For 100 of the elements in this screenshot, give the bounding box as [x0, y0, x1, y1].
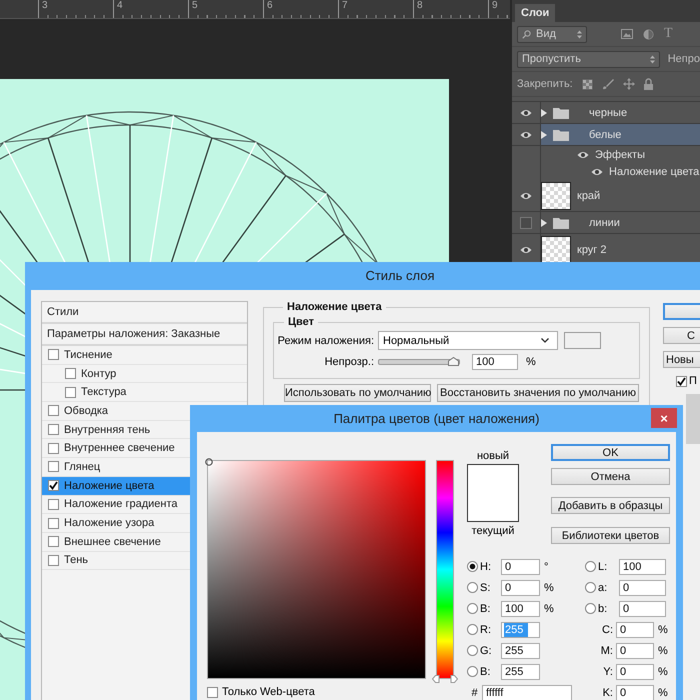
radio-button[interactable]: [585, 561, 596, 572]
color-field[interactable]: [207, 460, 426, 679]
layer-row[interactable]: белые: [512, 124, 700, 146]
dialog-button[interactable]: Добавить в образцы: [551, 497, 670, 514]
lock-icon[interactable]: [644, 78, 653, 90]
dialog-title: Стиль слоя: [364, 267, 436, 285]
value-input[interactable]: 0: [619, 600, 666, 616]
layer-name: Эффекты: [595, 148, 646, 160]
radio-button[interactable]: [467, 645, 478, 656]
brush-icon[interactable]: [602, 78, 614, 90]
color-preview: [467, 464, 519, 522]
dialog-title: Палитра цветов (цвет наложения): [334, 411, 540, 426]
panel-tab[interactable]: Слои: [515, 4, 556, 22]
radio-button[interactable]: [585, 603, 596, 614]
dialog-button[interactable]: Отмена: [551, 468, 670, 485]
styles-header[interactable]: Стили: [42, 302, 247, 324]
field-label: b:: [597, 602, 608, 614]
value-input[interactable]: 255: [501, 664, 540, 680]
checkbox[interactable]: [676, 376, 687, 386]
dialog-button[interactable]: Новы: [663, 351, 700, 368]
value-input[interactable]: 0: [616, 684, 654, 700]
checkbox[interactable]: [48, 424, 59, 436]
unit-label: %: [658, 644, 668, 656]
group-title: Цвет: [287, 316, 316, 328]
radio-button[interactable]: [467, 666, 478, 677]
opacity-input[interactable]: 100: [472, 354, 518, 370]
chevron-down-icon: [541, 338, 549, 343]
value-input[interactable]: 0: [619, 580, 666, 596]
checkbox[interactable]: [207, 686, 218, 698]
expand-triangle-icon[interactable]: [541, 218, 547, 226]
percent-unit: %: [526, 356, 536, 368]
style-item[interactable]: Тиснение: [42, 346, 247, 365]
checkbox[interactable]: [48, 498, 59, 510]
value-input[interactable]: 0: [616, 642, 654, 658]
expand-triangle-icon[interactable]: [541, 108, 547, 116]
visibility-box[interactable]: [520, 216, 532, 228]
style-label: Наложение узора: [64, 517, 154, 530]
value-input[interactable]: 0: [501, 558, 540, 574]
style-item[interactable]: Контур: [42, 364, 247, 384]
layer-thumbnail: [541, 182, 571, 210]
value-input[interactable]: 100: [501, 600, 540, 616]
style-label: Текстура: [81, 386, 126, 398]
dialog-button[interactable]: Использовать по умолчанию: [284, 384, 431, 402]
blend-mode-select[interactable]: Нормальный: [378, 331, 558, 350]
radio-button[interactable]: [467, 561, 478, 572]
unit-label: %: [658, 686, 668, 698]
unit-label: °: [544, 560, 548, 572]
dialog-button[interactable]: OK: [551, 444, 670, 461]
checkbox[interactable]: [48, 518, 59, 529]
slider-arrows-icon[interactable]: [432, 675, 458, 683]
hex-input[interactable]: ffffff: [482, 684, 572, 700]
move-icon[interactable]: [622, 78, 635, 90]
checkbox[interactable]: [48, 461, 59, 472]
dialog-button[interactable]: Библиотеки цветов: [551, 527, 670, 544]
value-input[interactable]: 255: [501, 642, 540, 658]
checkbox-label: П: [689, 375, 697, 387]
filter-dropdown[interactable]: Вид: [517, 26, 587, 42]
layer-row[interactable]: линии: [512, 212, 700, 234]
radio-button[interactable]: [467, 603, 478, 614]
circle-icon: [643, 28, 654, 40]
style-item[interactable]: Текстура: [42, 383, 247, 402]
radio-button[interactable]: [585, 582, 596, 593]
checkbox[interactable]: [65, 386, 76, 398]
layer-row[interactable]: край: [512, 180, 700, 212]
dialog-button[interactable]: Восстановить значения по умолчанию: [437, 384, 639, 402]
blend-mode-dropdown[interactable]: Пропустить: [517, 50, 660, 68]
layer-row[interactable]: Наложение цвета: [512, 163, 700, 180]
updown-icon: [650, 54, 655, 64]
checkbox[interactable]: [48, 554, 59, 566]
checkbox[interactable]: [48, 442, 59, 454]
value-input[interactable]: 0: [501, 580, 540, 596]
checkbox[interactable]: [48, 349, 59, 360]
slider-thumb[interactable]: [448, 356, 459, 366]
dialog-button[interactable]: С: [663, 327, 700, 344]
hue-slider[interactable]: [431, 460, 459, 684]
expand-triangle-icon[interactable]: [541, 130, 547, 138]
checkbox[interactable]: [48, 480, 59, 492]
folder-icon: [553, 216, 569, 228]
value-input[interactable]: 0: [616, 622, 654, 638]
hash-label: #: [470, 686, 479, 698]
style-label: Глянец: [64, 460, 100, 473]
color-swatch[interactable]: [564, 332, 601, 349]
radio-button[interactable]: [467, 624, 478, 635]
value-input[interactable]: 100: [619, 558, 666, 574]
layer-row[interactable]: Эффекты: [512, 146, 700, 163]
unit-label: %: [544, 582, 554, 594]
checkbox[interactable]: [48, 405, 59, 416]
picker-circle-icon: [205, 458, 213, 466]
field-label: G:: [479, 644, 493, 656]
checker-icon[interactable]: [582, 78, 593, 90]
value-input[interactable]: 0: [616, 664, 654, 680]
close-button[interactable]: ×: [651, 408, 677, 428]
ruler-label: 4: [113, 0, 188, 18]
radio-button[interactable]: [467, 582, 478, 593]
blending-options-item[interactable]: Параметры наложения: Заказные: [42, 324, 247, 346]
checkbox[interactable]: [65, 368, 76, 380]
ruler-label: 6: [263, 0, 338, 18]
field-label: H:: [479, 560, 492, 572]
checkbox[interactable]: [48, 536, 59, 548]
field-label: Y:: [602, 666, 614, 678]
